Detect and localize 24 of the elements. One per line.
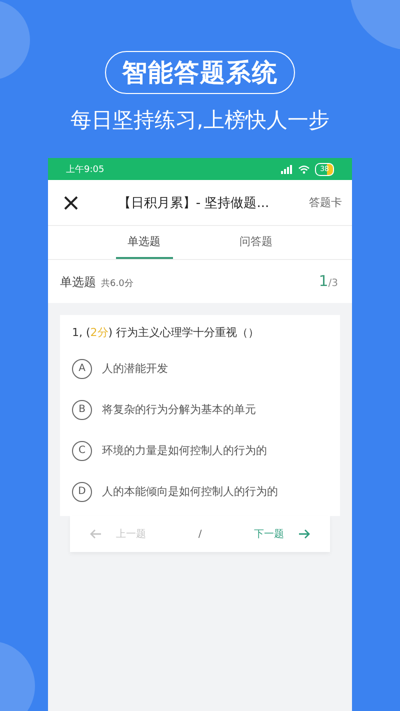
answer-option[interactable]: B 将复杂的行为分解为基本的单元 <box>72 389 328 430</box>
separator-text: / <box>198 528 202 540</box>
option-letter: A <box>72 358 92 378</box>
answer-option[interactable]: D 人的本能倾向是如何控制人的行为的 <box>72 471 328 512</box>
signal-icon <box>281 164 294 174</box>
page-title: 【日积月累】- 坚持做题... <box>116 194 270 212</box>
answer-option[interactable]: A 人的潜能开发 <box>72 348 328 389</box>
right-arrow-icon <box>298 529 310 539</box>
question-counter: 1/3 <box>318 272 338 290</box>
option-letter: B <box>72 400 92 420</box>
option-letter: D <box>72 482 92 502</box>
banner-title: 智能答题系统 <box>105 51 295 94</box>
section-score: 共6.0分 <box>101 278 134 290</box>
question-text: 1, (2分) 行为主义心理学十分重视（） <box>72 325 260 340</box>
answer-card-button[interactable]: 答题卡 <box>309 195 342 210</box>
wifi-icon <box>298 164 310 174</box>
answer-option[interactable]: C 环境的力量是如何控制人的行为的 <box>72 430 328 471</box>
option-letter: C <box>72 440 92 460</box>
section-label: 单选题 <box>60 274 96 291</box>
status-time: 上午9:05 <box>66 164 104 176</box>
close-icon[interactable] <box>64 196 78 210</box>
banner-subtitle: 每日坚持练习,上榜快人一步 <box>70 107 330 134</box>
tab[interactable]: 问答题 <box>228 226 284 259</box>
left-arrow-icon <box>90 529 102 539</box>
